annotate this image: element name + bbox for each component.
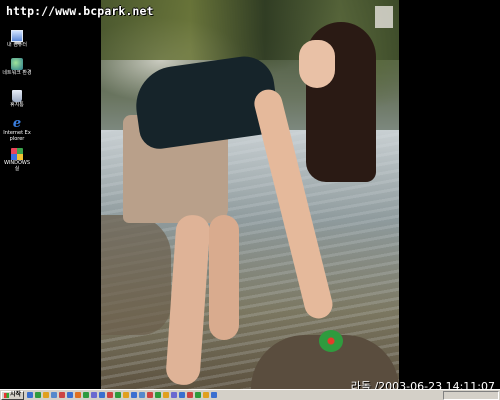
quick-launch-icon[interactable] [123, 392, 130, 398]
system-tray[interactable] [443, 390, 499, 400]
photo-leg-right [209, 215, 239, 340]
quick-launch-icon[interactable] [75, 392, 82, 398]
photo-face [299, 40, 335, 88]
desktop-icon-label: Internet Explorer [3, 130, 31, 142]
quick-launch-icon[interactable] [187, 392, 194, 398]
quick-launch-icon[interactable] [115, 392, 122, 398]
quick-launch-icon[interactable] [211, 392, 218, 398]
quick-launch-icon[interactable] [131, 392, 138, 398]
quick-launch-icon[interactable] [43, 392, 50, 398]
quick-launch-icon[interactable] [107, 392, 114, 398]
quick-launch-icon[interactable] [155, 392, 162, 398]
photo-background-object [375, 6, 393, 28]
recycle-bin-icon [12, 90, 22, 102]
watermark-url: http://www.bcpark.net [6, 4, 154, 18]
wallpaper-photo [101, 0, 399, 389]
internet-explorer-icon: e [12, 116, 22, 131]
network-icon [11, 58, 23, 70]
quick-launch-icon[interactable] [203, 392, 210, 398]
quick-launch-icon[interactable] [179, 392, 186, 398]
quick-launch-icon[interactable] [139, 392, 146, 398]
quick-launch-icon[interactable] [83, 392, 90, 398]
quick-launch-icon[interactable] [195, 392, 202, 398]
desktop-icon-my-computer[interactable]: 내 컴퓨터 [2, 30, 32, 49]
quick-launch-bar [27, 392, 218, 398]
photo-caption-timestamp: 라돌 /2003-06-23 14:11:07 [350, 380, 495, 389]
my-computer-icon [11, 30, 23, 44]
taskbar: 시작 [0, 389, 500, 400]
desktop-icon-label: 휴지통 [10, 102, 24, 108]
desktop-icon-network[interactable]: 네트워크 환경 [2, 58, 32, 77]
quick-launch-icon[interactable] [171, 392, 178, 398]
desktop-icon-recycle-bin[interactable]: 휴지통 [2, 90, 32, 109]
quick-launch-icon[interactable] [99, 392, 106, 398]
desktop: http://www.bcpark.net 내 컴퓨터네트워크 환경휴지통 e In… [0, 0, 500, 389]
quick-launch-icon[interactable] [91, 392, 98, 398]
quick-launch-icon[interactable] [27, 392, 34, 398]
desktop-icon-windows-app[interactable]: WINDOWS실 [2, 148, 32, 172]
quick-launch-icon[interactable] [67, 392, 74, 398]
quick-launch-icon[interactable] [35, 392, 42, 398]
desktop-icon-label: 네트워크 환경 [2, 70, 32, 76]
quick-launch-icon[interactable] [163, 392, 170, 398]
desktop-icon-internet-explorer[interactable]: e Internet Explorer [2, 116, 32, 142]
photo-flower [319, 330, 343, 352]
quick-launch-icon[interactable] [147, 392, 154, 398]
photo-rock-left [101, 215, 171, 335]
windows-app-icon [11, 148, 23, 160]
windows-logo-icon [4, 392, 9, 398]
start-button[interactable]: 시작 [1, 390, 25, 400]
quick-launch-icon[interactable] [59, 392, 66, 398]
start-button-label: 시작 [10, 391, 22, 398]
quick-launch-icon[interactable] [51, 392, 58, 398]
desktop-icon-label: WINDOWS실 [3, 160, 31, 172]
